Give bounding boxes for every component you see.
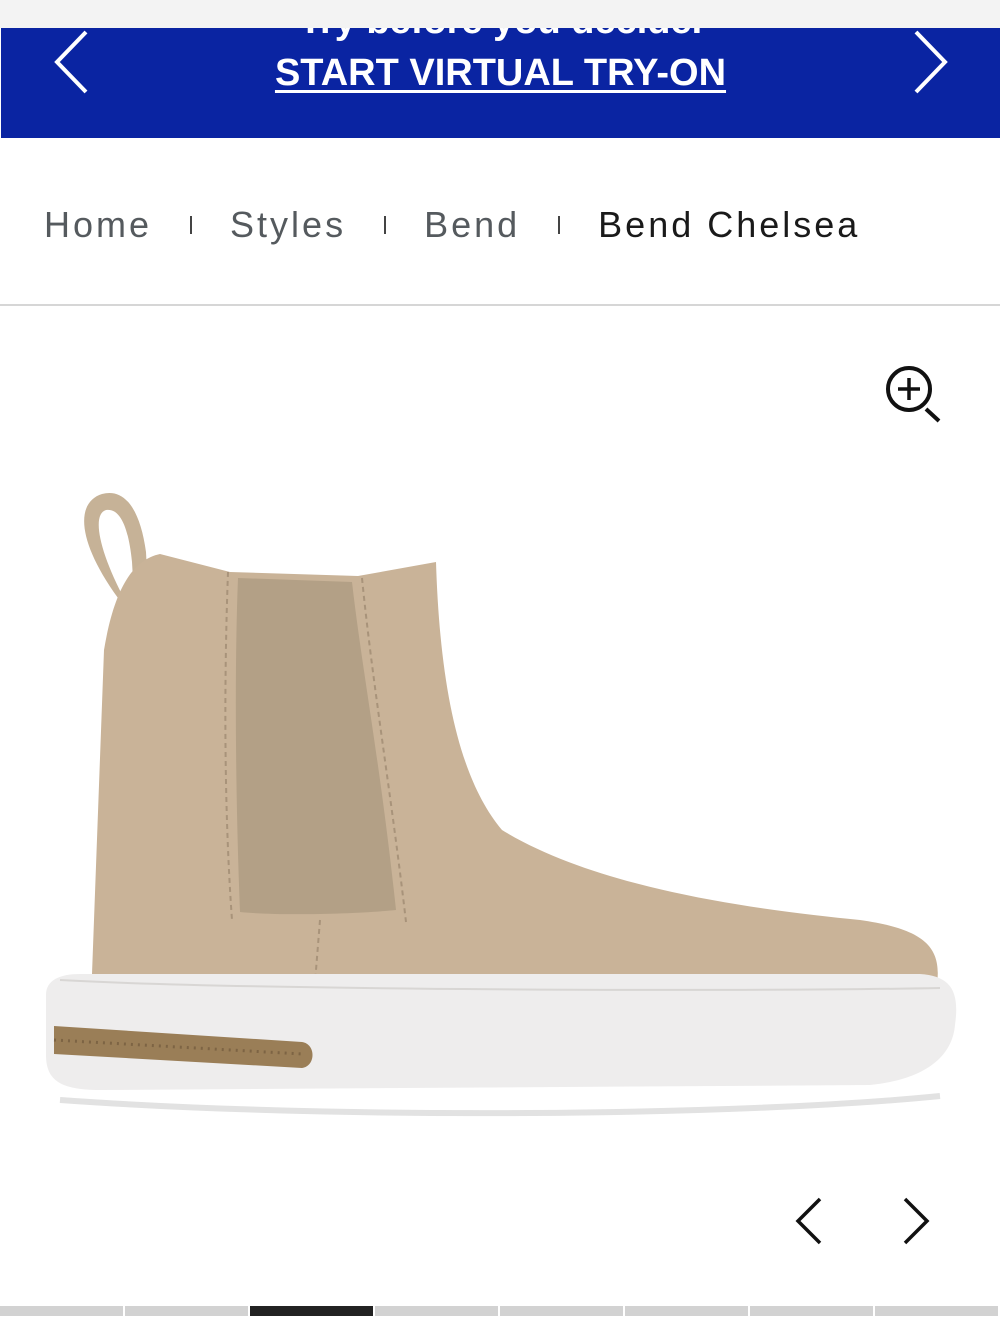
- chelsea-boot-image: [46, 492, 957, 1117]
- zoom-in-icon: [886, 366, 941, 423]
- gallery-progress-segment[interactable]: [375, 1306, 500, 1316]
- gallery-progress-segment[interactable]: [125, 1306, 250, 1316]
- gallery-progress-segment[interactable]: [500, 1306, 625, 1316]
- chevron-right-icon: [903, 1197, 930, 1245]
- breadcrumb-home[interactable]: Home: [44, 204, 152, 246]
- gallery-progress-segment[interactable]: [625, 1306, 750, 1316]
- breadcrumb-separator: [384, 216, 387, 234]
- chevron-left-icon: [54, 30, 88, 94]
- zoom-button[interactable]: [884, 364, 946, 426]
- gallery-progress-bar: [0, 1306, 1000, 1316]
- top-strip: [0, 0, 1000, 28]
- breadcrumb-separator: [558, 216, 561, 234]
- chevron-left-icon: [795, 1197, 822, 1245]
- breadcrumb-styles[interactable]: Styles: [230, 204, 346, 246]
- gallery-progress-segment[interactable]: [750, 1306, 875, 1316]
- divider: [0, 304, 1000, 306]
- virtual-try-on-banner: Try before you decide. START VIRTUAL TRY…: [1, 28, 1000, 138]
- carousel-next-button[interactable]: [895, 1195, 935, 1247]
- gallery-progress-segment[interactable]: [250, 1306, 375, 1316]
- banner-prev-button[interactable]: [41, 28, 101, 98]
- banner-subtitle: Try before you decide.: [1, 28, 1000, 43]
- gallery-progress-segment[interactable]: [0, 1306, 125, 1316]
- banner-next-button[interactable]: [901, 28, 961, 98]
- breadcrumb-bend[interactable]: Bend: [424, 204, 520, 246]
- breadcrumb: Home Styles Bend Bend Chelsea: [44, 200, 860, 250]
- product-image[interactable]: [40, 480, 970, 1130]
- breadcrumb-current: Bend Chelsea: [598, 204, 861, 245]
- chevron-right-icon: [914, 30, 948, 94]
- carousel-prev-button[interactable]: [790, 1195, 830, 1247]
- gallery-progress-segment[interactable]: [875, 1306, 1000, 1316]
- start-virtual-try-on-link[interactable]: START VIRTUAL TRY-ON: [1, 52, 1000, 95]
- breadcrumb-separator: [190, 216, 193, 234]
